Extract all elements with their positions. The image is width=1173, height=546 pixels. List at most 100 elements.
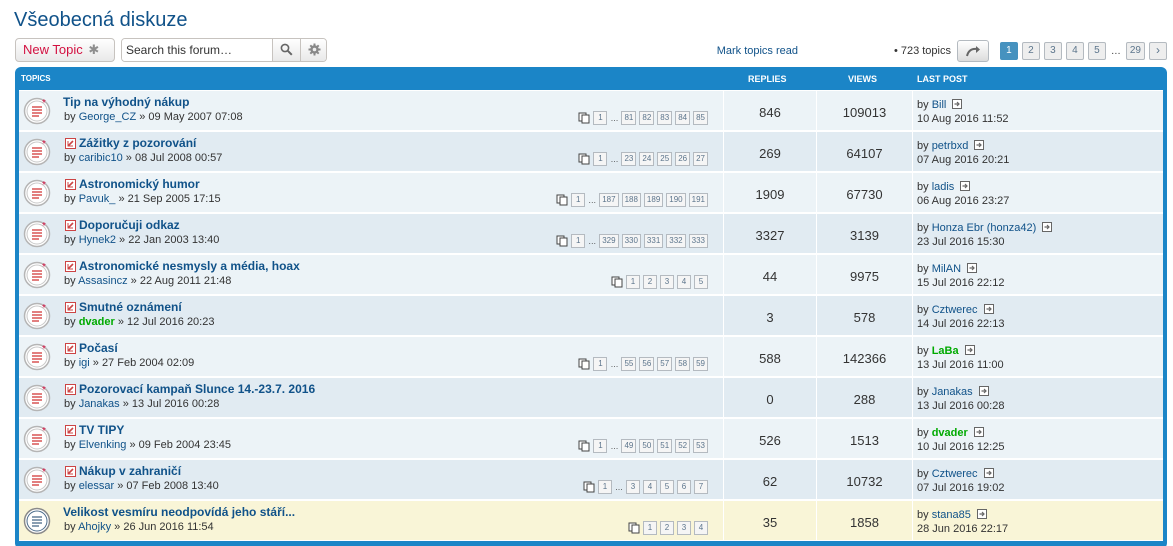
- goto-last-post-icon[interactable]: [974, 140, 985, 150]
- new-topic-button[interactable]: New Topic ✱: [15, 38, 115, 62]
- new-post-icon[interactable]: [65, 261, 76, 272]
- topic-page-link[interactable]: 1: [593, 111, 608, 125]
- topic-page-link[interactable]: 3: [677, 521, 691, 535]
- page-1[interactable]: 1: [999, 42, 1018, 60]
- topic-page-link[interactable]: 1: [571, 193, 586, 207]
- topic-title-link[interactable]: Zážitky z pozorování: [79, 136, 196, 150]
- goto-last-post-icon[interactable]: [952, 99, 963, 109]
- topic-page-link[interactable]: 6: [677, 480, 691, 494]
- last-post-author-link[interactable]: dvader: [932, 427, 968, 439]
- topic-author-link[interactable]: Pavuk_: [79, 193, 116, 205]
- topic-page-link[interactable]: 4: [643, 480, 657, 494]
- topic-author-link[interactable]: elessar: [79, 480, 114, 492]
- topic-unread-icon[interactable]: *: [23, 301, 53, 331]
- new-post-icon[interactable]: [65, 179, 76, 190]
- topic-author-link[interactable]: dvader: [79, 316, 115, 328]
- page-3[interactable]: 3: [1043, 42, 1062, 60]
- topic-title-link[interactable]: Nákup v zahraničí: [79, 464, 181, 478]
- topic-page-link[interactable]: 23: [621, 152, 637, 166]
- goto-last-post-icon[interactable]: [976, 509, 987, 519]
- next-page-button[interactable]: ›: [1149, 42, 1167, 60]
- page-4[interactable]: 4: [1065, 42, 1084, 60]
- topic-page-link[interactable]: 191: [688, 193, 708, 207]
- topic-unread-icon[interactable]: *: [23, 465, 53, 495]
- goto-last-post-icon[interactable]: [983, 468, 994, 478]
- search-input[interactable]: [122, 39, 272, 61]
- topic-page-link[interactable]: 329: [599, 234, 619, 248]
- topic-page-link[interactable]: 3: [626, 480, 640, 494]
- topic-page-link[interactable]: 81: [621, 111, 637, 125]
- topic-unread-icon[interactable]: *: [23, 137, 53, 167]
- topic-page-link[interactable]: 84: [675, 111, 691, 125]
- topic-page-link[interactable]: 188: [621, 193, 641, 207]
- topic-author-link[interactable]: George_CZ: [79, 111, 136, 123]
- topic-author-link[interactable]: caribic10: [79, 152, 123, 164]
- topic-page-link[interactable]: 83: [657, 111, 673, 125]
- page-2[interactable]: 2: [1021, 42, 1040, 60]
- last-post-author-link[interactable]: LaBa: [932, 345, 959, 357]
- topic-title-link[interactable]: Počasí: [79, 341, 118, 355]
- topic-page-link[interactable]: 189: [643, 193, 664, 207]
- topic-page-link[interactable]: 56: [639, 357, 655, 371]
- topic-page-link[interactable]: 52: [675, 439, 691, 453]
- topic-page-link[interactable]: 1: [643, 521, 657, 535]
- topic-page-link[interactable]: 85: [693, 111, 708, 125]
- topic-page-link[interactable]: 24: [639, 152, 655, 166]
- goto-last-post-icon[interactable]: [1042, 222, 1053, 232]
- topic-page-link[interactable]: 190: [666, 193, 686, 207]
- last-post-author-link[interactable]: Janakas: [932, 386, 973, 398]
- topic-page-link[interactable]: 7: [694, 480, 708, 494]
- topic-unread-icon[interactable]: *: [23, 219, 53, 249]
- topic-page-link[interactable]: 4: [694, 521, 708, 535]
- topic-unread-icon[interactable]: *: [23, 178, 53, 208]
- topic-page-link[interactable]: 1: [593, 357, 608, 371]
- topic-title-link[interactable]: Smutné oznámení: [79, 300, 182, 314]
- page-last[interactable]: 29: [1125, 42, 1145, 60]
- topic-page-link[interactable]: 4: [677, 275, 691, 289]
- topic-page-link[interactable]: 26: [675, 152, 691, 166]
- topic-page-link[interactable]: 3: [660, 275, 674, 289]
- last-post-author-link[interactable]: stana85: [932, 509, 971, 521]
- new-post-icon[interactable]: [65, 425, 76, 436]
- new-post-icon[interactable]: [65, 302, 76, 313]
- topic-unread-icon[interactable]: *: [23, 260, 53, 290]
- topic-page-link[interactable]: 332: [666, 234, 686, 248]
- topic-title-link[interactable]: Astronomický humor: [79, 177, 200, 191]
- topic-page-link[interactable]: 82: [639, 111, 655, 125]
- jump-to-page-button[interactable]: [957, 40, 989, 62]
- topic-title-link[interactable]: Doporučuji odkaz: [79, 218, 180, 232]
- topic-author-link[interactable]: Ahojky: [78, 521, 111, 533]
- last-post-author-link[interactable]: Bill: [932, 99, 947, 111]
- topic-page-link[interactable]: 1: [593, 439, 608, 453]
- new-post-icon[interactable]: [65, 220, 76, 231]
- topic-page-link[interactable]: 51: [657, 439, 673, 453]
- topic-title-link[interactable]: TV TIPY: [79, 423, 124, 437]
- topic-page-link[interactable]: 25: [657, 152, 673, 166]
- topic-unread-icon[interactable]: *: [23, 96, 53, 126]
- topic-page-link[interactable]: 2: [660, 521, 674, 535]
- topic-unread-icon[interactable]: *: [23, 383, 53, 413]
- goto-last-post-icon[interactable]: [978, 386, 989, 396]
- topic-page-link[interactable]: 1: [598, 480, 612, 494]
- topic-unread-icon[interactable]: *: [23, 342, 53, 372]
- mark-topics-read-link[interactable]: Mark topics read: [717, 45, 798, 57]
- topic-page-link[interactable]: 58: [675, 357, 691, 371]
- topic-author-link[interactable]: Elvenking: [79, 439, 127, 451]
- topic-author-link[interactable]: Hynek2: [79, 234, 116, 246]
- topic-page-link[interactable]: 1: [626, 275, 640, 289]
- goto-last-post-icon[interactable]: [973, 427, 984, 437]
- last-post-author-link[interactable]: Cztwerec: [932, 304, 978, 316]
- topic-author-link[interactable]: Janakas: [79, 398, 120, 410]
- topic-page-link[interactable]: 57: [657, 357, 673, 371]
- new-post-icon[interactable]: [65, 138, 76, 149]
- topic-page-link[interactable]: 55: [621, 357, 637, 371]
- topic-author-link[interactable]: Assasincz: [78, 275, 128, 287]
- topic-title-link[interactable]: Tip na výhodný nákup: [63, 95, 189, 109]
- goto-last-post-icon[interactable]: [967, 263, 978, 273]
- new-post-icon[interactable]: [65, 466, 76, 477]
- topic-page-link[interactable]: 50: [639, 439, 655, 453]
- topic-page-link[interactable]: 333: [688, 234, 708, 248]
- advanced-search-button[interactable]: [300, 39, 326, 61]
- topic-page-link[interactable]: 49: [621, 439, 637, 453]
- new-post-icon[interactable]: [65, 384, 76, 395]
